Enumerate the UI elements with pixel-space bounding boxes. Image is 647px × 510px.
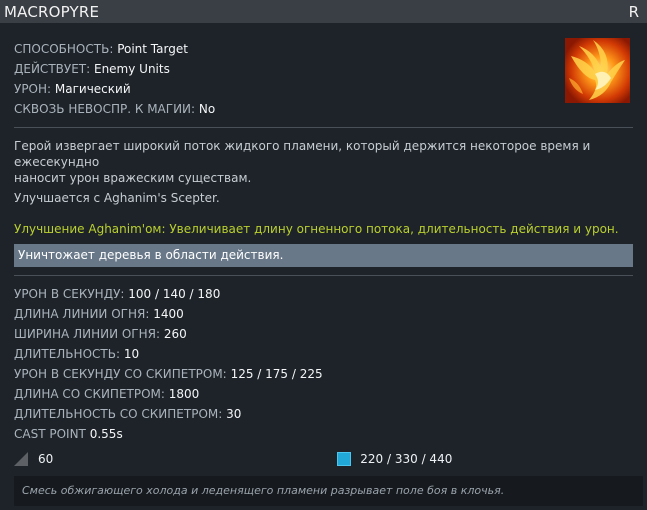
scepter-hint: Улучшается с Aghanim's Scepter. — [14, 191, 220, 205]
stat-row: ДЛИТЕЛЬНОСТЬ: 10 — [14, 344, 633, 364]
damage-type-label: УРОН: — [14, 82, 52, 96]
damage-type-row: УРОН: Магический — [14, 79, 633, 99]
tooltip-body: СПОСОБНОСТЬ: Point Target ДЕЙСТВУЕТ: Ene… — [0, 23, 647, 466]
stat-label: ДЛИТЕЛЬНОСТЬ: — [14, 347, 120, 361]
description-line-2: наносит урон вражеским существам. — [14, 171, 252, 185]
stat-label: УРОН В СЕКУНДУ СО СКИПЕТРОМ: — [14, 367, 227, 381]
ability-title: MACROPYRE — [4, 2, 100, 21]
stat-label: CAST POINT — [14, 427, 86, 441]
pierces-immunity-value: No — [198, 102, 216, 116]
stat-row: ДЛИНА ЛИНИИ ОГНЯ: 1400 — [14, 304, 633, 324]
affects-value: Enemy Units — [93, 62, 170, 76]
ability-type-row: СПОСОБНОСТЬ: Point Target — [14, 39, 633, 59]
pierces-immunity-row: СКВОЗЬ НЕВОСПР. К МАГИИ: No — [14, 99, 633, 119]
hotkey-label: R — [628, 2, 639, 21]
pierces-immunity-label: СКВОЗЬ НЕВОСПР. К МАГИИ: — [14, 102, 196, 116]
stat-value: 260 — [163, 327, 187, 341]
stat-row: УРОН В СЕКУНДУ СО СКИПЕТРОМ: 125 / 175 /… — [14, 364, 633, 384]
cooldown-icon — [14, 452, 28, 466]
ability-type-value: Point Target — [117, 42, 188, 56]
mana-cost-value: 220 / 330 / 440 — [360, 452, 453, 466]
stat-label: ДЛИТЕЛЬНОСТЬ СО СКИПЕТРОМ: — [14, 407, 223, 421]
stat-value: 0.55s — [89, 427, 123, 441]
tooltip-header: MACROPYRE R — [0, 0, 647, 23]
affects-label: ДЕЙСТВУЕТ: — [14, 62, 91, 76]
ability-type-label: СПОСОБНОСТЬ: — [14, 42, 114, 56]
stat-label: ДЛИНА СО СКИПЕТРОМ: — [14, 387, 165, 401]
stat-label: УРОН В СЕКУНДУ: — [14, 287, 125, 301]
cost-row: 60 220 / 330 / 440 — [14, 452, 633, 466]
stat-value: 1400 — [153, 307, 184, 321]
stat-value: 1800 — [168, 387, 200, 401]
affects-row: ДЕЙСТВУЕТ: Enemy Units — [14, 59, 633, 79]
lore-text: Смесь обжигающего холода и леденящего пл… — [14, 476, 643, 506]
fire-phoenix-icon — [565, 38, 630, 103]
stat-label: ДЛИНА ЛИНИИ ОГНЯ: — [14, 307, 150, 321]
cooldown-value: 60 — [38, 452, 54, 466]
mana-icon — [337, 452, 352, 466]
stat-value: 10 — [123, 347, 140, 361]
stat-row: ДЛИНА СО СКИПЕТРОМ: 1800 — [14, 384, 633, 404]
stat-value: 100 / 140 / 180 — [128, 287, 221, 301]
highlight-note: Уничтожает деревья в области действия. — [14, 244, 633, 267]
stat-value: 125 / 175 / 225 — [230, 367, 323, 381]
stat-row: УРОН В СЕКУНДУ: 100 / 140 / 180 — [14, 284, 633, 304]
description-line-1: Герой извергает широкий поток жидкого пл… — [14, 139, 591, 169]
stat-label: ШИРИНА ЛИНИИ ОГНЯ: — [14, 327, 161, 341]
scepter-upgrade-text: Улучшение Aghanim'ом: Увеличивает длину … — [14, 222, 619, 236]
stat-row: CAST POINT 0.55s — [14, 424, 633, 444]
stat-row: ШИРИНА ЛИНИИ ОГНЯ: 260 — [14, 324, 633, 344]
damage-type-value: Магический — [54, 82, 131, 96]
stat-row: ДЛИТЕЛЬНОСТЬ СО СКИПЕТРОМ: 30 — [14, 404, 633, 424]
stat-value: 30 — [226, 407, 242, 421]
